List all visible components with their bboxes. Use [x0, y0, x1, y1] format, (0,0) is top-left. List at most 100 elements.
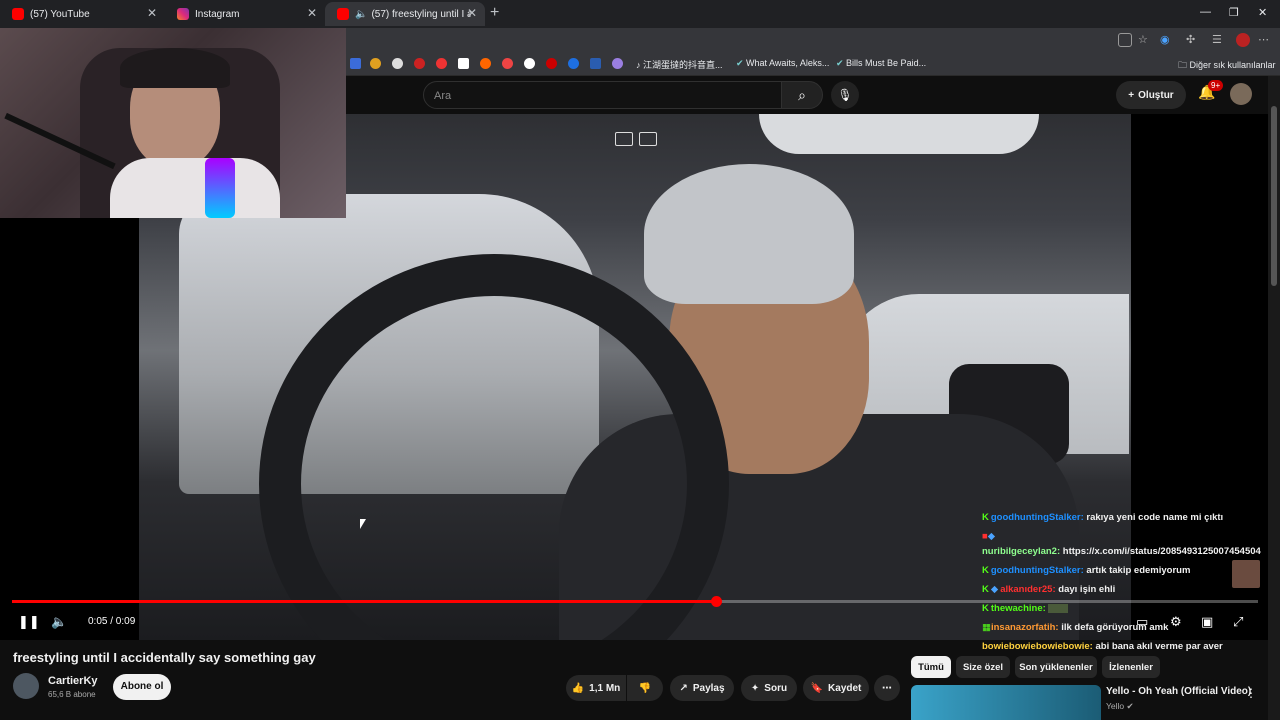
- bookmark-icon[interactable]: [370, 58, 381, 69]
- voice-search-button[interactable]: 🎙: [831, 81, 859, 109]
- badge-icon: ▦: [982, 622, 991, 633]
- volume-icon[interactable]: 🔈: [51, 614, 67, 630]
- search-input[interactable]: Ara: [423, 81, 783, 109]
- recommended-title[interactable]: Yello - Oh Yeah (Official Video): [1106, 686, 1251, 697]
- subscriber-count: 65,6 B abone: [48, 690, 96, 699]
- more-icon: ⋯: [882, 682, 892, 694]
- kick-badge-icon: K: [982, 512, 989, 523]
- tiktok-icon: ♪: [636, 60, 644, 70]
- miniplayer-icon[interactable]: [615, 132, 633, 146]
- streamer-shirt: [110, 158, 280, 218]
- bookmark-what-awaits[interactable]: ✔ What Awaits, Aleks...: [736, 58, 829, 69]
- close-icon[interactable]: ✕: [467, 6, 477, 20]
- tab-video[interactable]: 🔈 (57) freestyling until I accidenta ✕: [325, 2, 485, 26]
- menu-icon[interactable]: ⋯: [1258, 33, 1272, 47]
- more-actions-button[interactable]: ⋯: [874, 675, 900, 701]
- badge-icon: ■: [982, 531, 988, 542]
- minimize-button[interactable]: —: [1200, 6, 1211, 18]
- bookmark-bills[interactable]: ✔ Bills Must Be Paid...: [836, 58, 926, 69]
- tab-label: (57) YouTube: [30, 8, 90, 20]
- page-scrollbar[interactable]: [1268, 76, 1280, 720]
- chip-recent[interactable]: Son yüklenenler: [1015, 656, 1097, 678]
- bookmark-icon[interactable]: [458, 58, 469, 69]
- webcam-overlay: [0, 28, 346, 218]
- chip-all[interactable]: Tümü: [911, 656, 951, 678]
- subscribe-button[interactable]: Abone ol: [113, 674, 171, 700]
- chat-message: K ◆ alkanıder25: dayı işin ehli: [982, 584, 1116, 595]
- like-button[interactable]: 👍 1,1 Mn: [566, 675, 626, 701]
- recommended-thumbnail[interactable]: [911, 685, 1101, 720]
- close-window-button[interactable]: ✕: [1258, 6, 1267, 19]
- maximize-button[interactable]: ❐: [1229, 6, 1239, 19]
- folder-icon: 🗀: [1178, 60, 1190, 70]
- chip-watched[interactable]: İzlenenler: [1102, 656, 1160, 678]
- instagram-icon: [177, 8, 189, 20]
- theater-mode-icon[interactable]: ▣: [1201, 614, 1213, 630]
- fullscreen-icon[interactable]: ⤢: [1233, 614, 1243, 630]
- youtube-icon: [337, 8, 349, 20]
- channel-avatar[interactable]: [13, 673, 39, 699]
- microphone-icon: 🎙: [837, 88, 853, 102]
- pause-button[interactable]: ❚❚: [18, 614, 40, 630]
- bookmark-icon[interactable]: [436, 58, 447, 69]
- bookmark-icon[interactable]: [392, 58, 403, 69]
- bookmark-icon[interactable]: [590, 58, 601, 69]
- bookmark-icon[interactable]: [414, 58, 425, 69]
- bookmark-icon[interactable]: [524, 58, 535, 69]
- dislike-button[interactable]: 👎: [627, 675, 663, 701]
- share-button[interactable]: ↗ Paylaş: [670, 675, 734, 701]
- star-icon[interactable]: ☆: [1138, 33, 1152, 47]
- create-button[interactable]: + Oluştur: [1116, 81, 1186, 109]
- tab-instagram[interactable]: Instagram ✕: [165, 2, 325, 26]
- thumbs-down-icon: 👎: [638, 682, 652, 694]
- bookmark-icon[interactable]: [350, 58, 361, 69]
- tab-youtube[interactable]: (57) YouTube ✕: [0, 2, 165, 26]
- bookmark-icon[interactable]: [480, 58, 491, 69]
- profile-icon[interactable]: [1236, 33, 1250, 47]
- favorites-icon[interactable]: ☰: [1212, 33, 1226, 47]
- close-icon[interactable]: ✕: [147, 6, 157, 20]
- speaker-icon[interactable]: 🔈: [355, 9, 367, 20]
- share-icon: ↗: [679, 682, 688, 694]
- scrubber-handle[interactable]: [710, 596, 722, 607]
- save-button[interactable]: 🔖 Kaydet: [803, 675, 869, 701]
- progress-bar[interactable]: [12, 596, 1258, 607]
- miniplayer-icon[interactable]: ▭: [1136, 614, 1148, 630]
- apps-icon[interactable]: [1118, 33, 1132, 47]
- recommended-channel[interactable]: Yello ✔: [1106, 701, 1134, 712]
- settings-gear-icon[interactable]: ⚙: [1170, 614, 1182, 630]
- extensions-icon[interactable]: ✣: [1186, 33, 1200, 47]
- search-button[interactable]: ⌕: [781, 81, 823, 109]
- scrollbar-thumb[interactable]: [1271, 106, 1277, 286]
- avatar[interactable]: [1230, 83, 1252, 105]
- chat-overlay: KgoodhuntingStalker: rakıya yeni code na…: [982, 508, 1272, 656]
- plus-icon: +: [1128, 89, 1135, 101]
- more-options-icon[interactable]: ⋮: [1245, 686, 1257, 700]
- like-count: 1,1 Mn: [589, 682, 621, 694]
- rgb-microphone: [205, 158, 235, 218]
- search-icon: ⌕: [798, 87, 806, 103]
- progress-fill: [12, 600, 716, 603]
- new-tab-button[interactable]: +: [490, 4, 499, 22]
- bookmark-icon[interactable]: [568, 58, 579, 69]
- bookmark-icon[interactable]: [612, 58, 623, 69]
- other-bookmarks[interactable]: 🗀 Diğer sık kullanılanlar: [1178, 58, 1276, 74]
- voice-icon[interactable]: ◉: [1160, 33, 1174, 47]
- channel-name[interactable]: CartierKy: [48, 675, 98, 687]
- time-display: 0:05 / 0:09: [88, 616, 136, 627]
- close-icon[interactable]: ✕: [307, 6, 317, 20]
- cast-icon[interactable]: [639, 132, 657, 146]
- bookmark-icon: ✔: [836, 58, 847, 68]
- bookmark-tiktok[interactable]: ♪ 江湖蛋撻的抖音直...: [636, 58, 723, 71]
- diamond-badge-icon: ◆: [990, 584, 999, 595]
- kick-badge-icon: K: [982, 584, 989, 595]
- streamer-hair: [120, 48, 230, 88]
- chat-message: ▦insanazorfatih: ilk defa görüyorum amk: [982, 622, 1169, 633]
- ask-button[interactable]: ✦ Soru: [741, 675, 797, 701]
- beanie: [644, 164, 854, 304]
- chat-message: bowiebowiebowiebowie: abi bana akıl verm…: [982, 641, 1223, 652]
- chip-for-you[interactable]: Size özel: [956, 656, 1010, 678]
- sparkle-icon: ✦: [750, 682, 760, 694]
- bookmark-icon[interactable]: [502, 58, 513, 69]
- bookmark-icon[interactable]: [546, 58, 557, 69]
